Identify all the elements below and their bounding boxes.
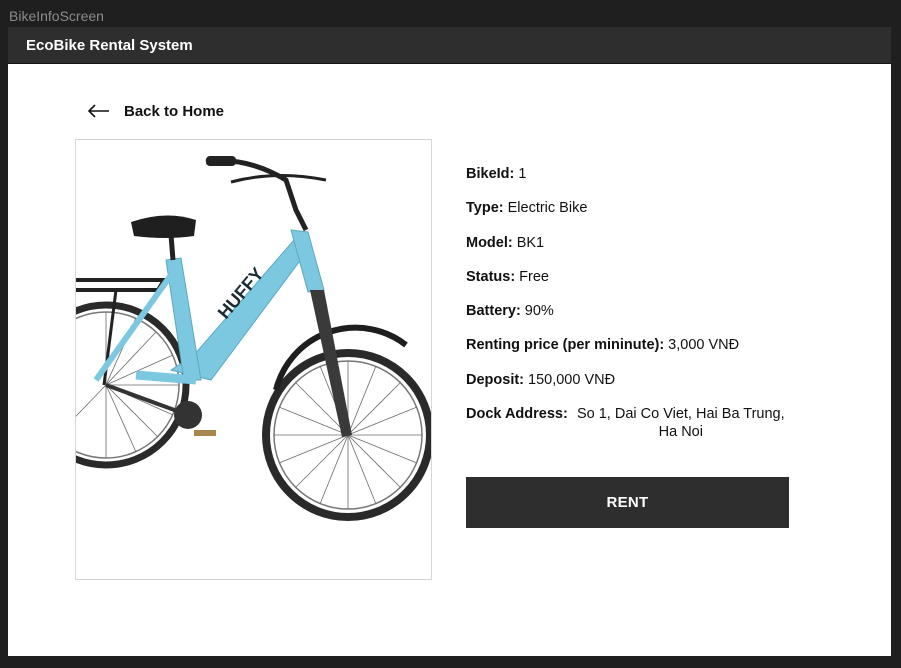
model-label: Model: (466, 234, 513, 251)
dock-address-value: So 1, Dai Co Viet, Hai Ba Trung, Ha Noi (576, 406, 785, 441)
deposit-label: Deposit: (466, 371, 524, 388)
bike-info-panel: BikeId: 1 Type: Electric Bike Model: BK1… (466, 165, 826, 457)
title-bar: EcoBike Rental System (8, 27, 891, 64)
back-to-home-link[interactable]: Back to Home (88, 99, 224, 123)
status-label: Status: (466, 268, 516, 285)
battery-label: Battery: (466, 303, 521, 320)
dock-address-label: Dock Address: (466, 406, 568, 423)
bicycle-photo: HUFFY (76, 156, 431, 521)
info-row-bike-id: BikeId: 1 (466, 165, 826, 183)
type-value: Electric Bike (507, 200, 588, 217)
bike-image: HUFFY (75, 139, 432, 580)
info-row-battery: Battery: 90% (466, 302, 826, 320)
status-value: Free (519, 268, 549, 285)
model-value: BK1 (516, 234, 545, 251)
deposit-value: 150,000 VNĐ (528, 371, 616, 388)
battery-value: 90% (524, 303, 554, 320)
renting-price-value: 3,000 VNĐ (668, 337, 740, 354)
info-row-renting-price: Renting price (per mininute): 3,000 VNĐ (466, 336, 826, 354)
rent-button[interactable]: RENT (466, 477, 789, 528)
bike-id-label: BikeId: (466, 166, 515, 182)
info-row-deposit: Deposit: 150,000 VNĐ (466, 371, 826, 389)
info-row-dock-address: Dock Address: So 1, Dai Co Viet, Hai Ba … (466, 405, 826, 441)
frame-label: BikeInfoScreen (9, 8, 104, 24)
info-row-type: Type: Electric Bike (466, 199, 826, 217)
back-to-home-label: Back to Home (124, 102, 225, 120)
renting-price-label: Renting price (per mininute): (466, 337, 665, 354)
info-row-status: Status: Free (466, 268, 826, 286)
app-window: EcoBike Rental System Back to Home HUFFY… (8, 27, 891, 656)
arrow-left-icon (88, 104, 109, 118)
type-label: Type: (466, 200, 504, 217)
bike-id-value: 1 (518, 166, 527, 182)
info-row-model: Model: BK1 (466, 234, 826, 252)
app-title: EcoBike Rental System (26, 37, 193, 54)
